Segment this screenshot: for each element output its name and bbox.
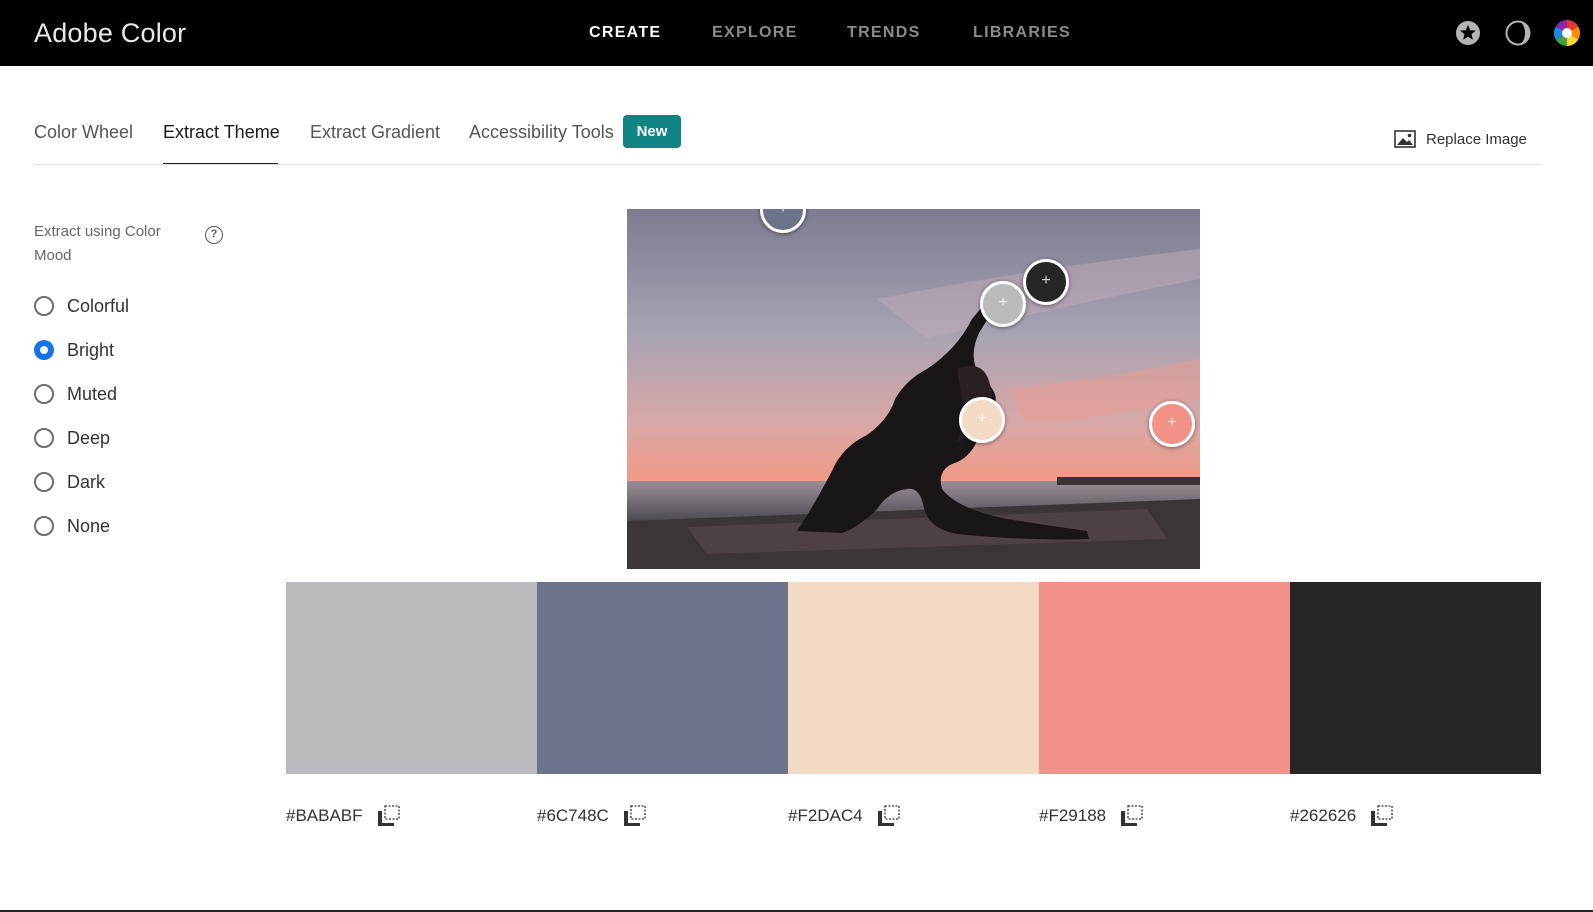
swatch-1[interactable] bbox=[286, 582, 537, 774]
nav-libraries[interactable]: LIBRARIES bbox=[973, 24, 1071, 42]
color-picker-handle-5[interactable]: + bbox=[1023, 259, 1069, 305]
radio-none[interactable] bbox=[34, 516, 54, 536]
mood-label-muted: Muted bbox=[67, 383, 118, 404]
tab-extract-gradient[interactable]: Extract Gradient bbox=[310, 122, 440, 143]
radio-deep[interactable] bbox=[34, 428, 54, 448]
mood-option-colorful[interactable]: Colorful bbox=[34, 294, 129, 318]
mood-option-dark[interactable]: Dark bbox=[34, 470, 105, 494]
swatch-2-hex[interactable]: #6C748C bbox=[537, 806, 609, 826]
mood-option-none[interactable]: None bbox=[34, 514, 110, 538]
mood-option-bright[interactable]: Bright bbox=[34, 338, 114, 362]
nav-explore[interactable]: EXPLORE bbox=[712, 24, 798, 42]
swatch-1-hex[interactable]: #BABABF bbox=[286, 806, 363, 826]
radio-dark[interactable] bbox=[34, 472, 54, 492]
nav-trends[interactable]: TRENDS bbox=[847, 24, 921, 42]
replace-image-button[interactable]: Replace Image bbox=[1394, 128, 1527, 150]
swatch-2-hex-row: #6C748C bbox=[537, 804, 647, 828]
mood-label-dark: Dark bbox=[67, 471, 106, 492]
swatch-3-hex[interactable]: #F2DAC4 bbox=[788, 806, 863, 826]
radio-bright[interactable] bbox=[34, 340, 54, 360]
mood-label-none: None bbox=[67, 515, 111, 536]
color-picker-handle-2[interactable]: + bbox=[980, 281, 1026, 327]
source-image[interactable]: + + + + + bbox=[627, 209, 1200, 569]
swatch-5-hex-row: #262626 bbox=[1290, 804, 1394, 828]
dark-mode-icon[interactable] bbox=[1505, 20, 1531, 46]
tab-accessibility-tools[interactable]: Accessibility Tools bbox=[469, 122, 614, 143]
mood-label-colorful: Colorful bbox=[67, 295, 130, 316]
color-swatches bbox=[286, 582, 1541, 774]
replace-image-label: Replace Image bbox=[1426, 130, 1527, 148]
color-picker-handle-3[interactable]: + bbox=[959, 397, 1005, 443]
color-mood-label: Extract using Color Mood bbox=[34, 223, 161, 264]
radio-muted[interactable] bbox=[34, 384, 54, 404]
app-logo[interactable]: Adobe Color bbox=[34, 18, 186, 49]
swatch-2[interactable] bbox=[537, 582, 788, 774]
swatch-4[interactable] bbox=[1039, 582, 1290, 774]
color-wheel-avatar-icon[interactable] bbox=[1554, 20, 1580, 46]
copy-icon[interactable] bbox=[877, 805, 901, 827]
new-badge: New bbox=[623, 115, 681, 148]
copy-icon[interactable] bbox=[623, 805, 647, 827]
tabs-divider bbox=[34, 164, 1541, 165]
top-nav-bar: Adobe Color CREATE EXPLORE TRENDS LIBRAR… bbox=[0, 0, 1593, 66]
swatch-4-hex-row: #F29188 bbox=[1039, 804, 1144, 828]
tab-extract-theme[interactable]: Extract Theme bbox=[163, 122, 280, 143]
swatch-5-hex[interactable]: #262626 bbox=[1290, 806, 1356, 826]
image-icon bbox=[1394, 130, 1416, 148]
swatch-3[interactable] bbox=[788, 582, 1039, 774]
mood-option-deep[interactable]: Deep bbox=[34, 426, 110, 450]
nav-create[interactable]: CREATE bbox=[589, 24, 661, 42]
mood-option-muted[interactable]: Muted bbox=[34, 382, 117, 406]
copy-icon[interactable] bbox=[1120, 805, 1144, 827]
copy-icon[interactable] bbox=[377, 805, 401, 827]
tab-color-wheel[interactable]: Color Wheel bbox=[34, 122, 133, 143]
swatch-1-hex-row: #BABABF bbox=[286, 804, 401, 828]
swatch-5[interactable] bbox=[1290, 582, 1541, 774]
mood-label-bright: Bright bbox=[67, 339, 115, 360]
radio-colorful[interactable] bbox=[34, 296, 54, 316]
swatch-4-hex[interactable]: #F29188 bbox=[1039, 806, 1106, 826]
swatch-3-hex-row: #F2DAC4 bbox=[788, 804, 901, 828]
mood-label-deep: Deep bbox=[67, 427, 111, 448]
copy-icon[interactable] bbox=[1370, 805, 1394, 827]
star-icon[interactable] bbox=[1455, 20, 1481, 46]
help-icon[interactable]: ? bbox=[205, 226, 223, 244]
color-picker-handle-4[interactable]: + bbox=[1149, 401, 1195, 447]
